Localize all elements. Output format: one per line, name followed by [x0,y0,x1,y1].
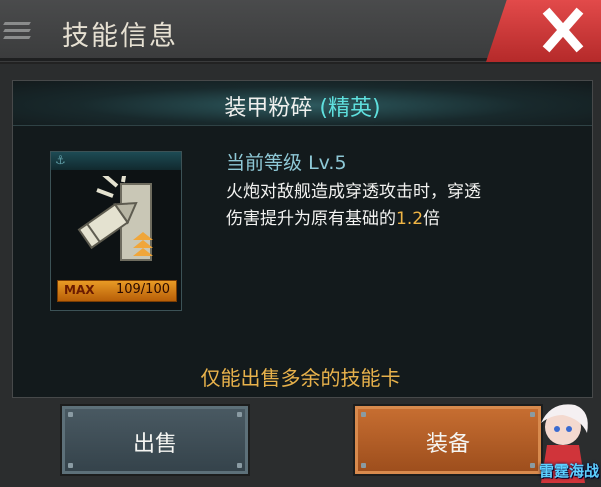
progress-value: 109/100 [115,282,170,297]
close-button[interactable] [486,0,601,62]
bolt-icon [237,463,242,468]
anchor-icon: ⚓ [55,153,66,167]
sell-note: 仅能出售多余的技能卡 [200,366,401,390]
desc-line1: 火炮对敌舰造成穿透攻击时，穿透 [226,182,481,202]
bolt-icon [237,412,242,417]
close-icon [542,7,584,53]
armor-shatter-icon [77,176,153,261]
header-stripes-icon [3,22,44,44]
level-progress-bar: MAX 109/100 [57,280,177,302]
bolt-icon [68,412,73,417]
game-watermark: 雷霆海战 [511,393,601,483]
bolt-icon [68,463,73,468]
skill-description: 火炮对敌舰造成穿透攻击时，穿透 伤害提升为原有基础的1.2倍 [226,179,566,233]
skill-name-row: 装甲粉碎 (精英) [13,90,592,122]
dialog-header: 技能信息 [0,0,601,64]
sell-button-label: 出售 [132,432,177,457]
skill-name: 装甲粉碎 [224,96,313,121]
skill-panel: 装甲粉碎 (精英) ⚓ MAX 109/100 当前等级 Lv.5 火炮对敌舰造… [12,80,593,398]
level-label: 当前等级 [226,152,303,174]
skill-card: ⚓ MAX 109/100 [50,151,182,311]
card-header: ⚓ [51,152,181,170]
skill-rank: (精英) [319,96,381,121]
desc-value: 1.2 [396,209,424,229]
watermark-text: 雷霆海战 [538,462,599,480]
bolt-icon [361,463,366,468]
dialog-title: 技能信息 [62,21,178,52]
skill-title-band: 装甲粉碎 (精英) [13,81,592,126]
bolt-icon [361,412,366,417]
desc-suffix: 倍 [423,209,441,229]
current-level: 当前等级 Lv.5 [226,148,347,175]
desc-line2: 伤害提升为原有基础的 [226,209,396,229]
level-value: Lv.5 [308,152,347,174]
max-badge: MAX [64,283,95,297]
sell-button[interactable]: 出售 [60,404,250,476]
